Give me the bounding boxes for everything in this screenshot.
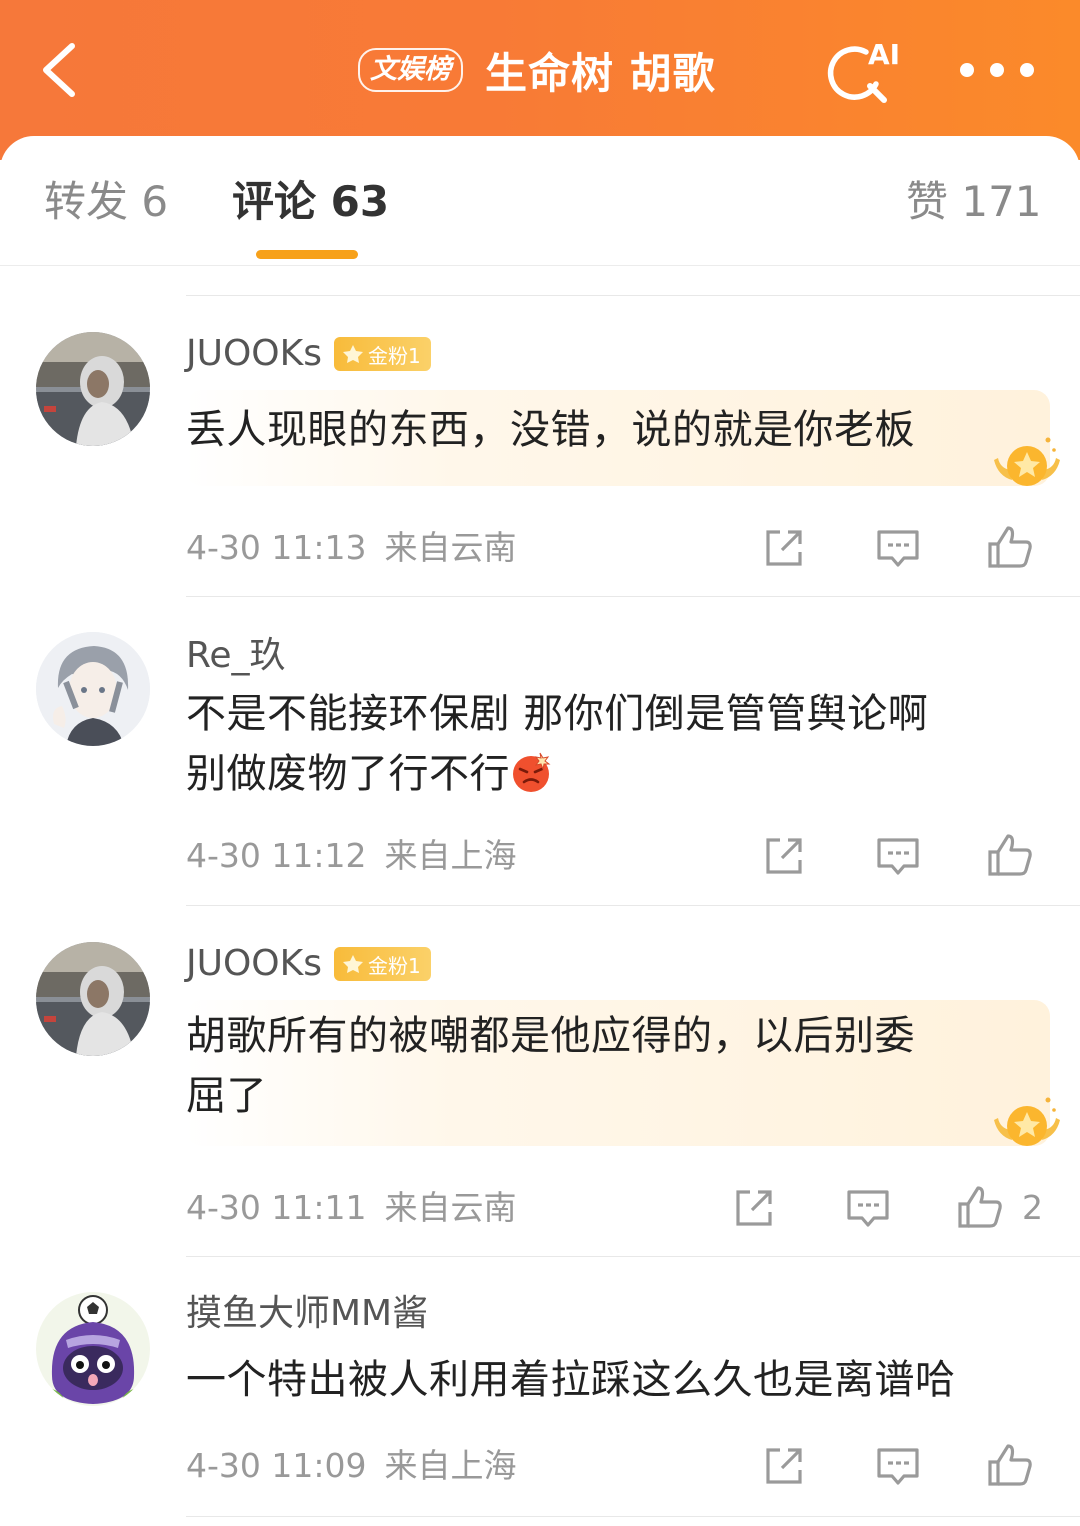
divider [186, 905, 1080, 906]
comment-text-line1: 胡歌所有的被嘲都是他应得的，以后别委 [186, 1013, 915, 1059]
comment-meta: 4-30 11:11 来自云南 [186, 1186, 517, 1230]
share-icon[interactable] [760, 1442, 808, 1490]
more-icon[interactable] [960, 58, 1034, 82]
divider [186, 596, 1080, 597]
badge-label: 金粉1 [368, 953, 421, 978]
tab-like[interactable]: 赞 171 [906, 174, 1042, 230]
medal-icon [994, 1097, 1060, 1146]
angry-emoji-icon [513, 752, 551, 792]
comment-icon[interactable] [844, 1184, 892, 1232]
divider [186, 1256, 1080, 1257]
tab-repost[interactable]: 转发 6 [44, 174, 168, 230]
page-title: 生命树 胡歌 [485, 48, 716, 98]
comment-time: 4-30 11:11 [186, 1188, 367, 1227]
tab-bar: 转发 6 评论 63 赞 171 [0, 136, 1080, 266]
username-row: Re_玖 [186, 634, 286, 678]
username[interactable]: JUOOKs [186, 942, 322, 986]
comment-text: 丢人现眼的东西，没错，说的就是你老板 [186, 407, 915, 453]
share-icon[interactable] [730, 1184, 778, 1232]
comment-meta: 4-30 11:12 来自上海 [186, 834, 517, 878]
comment-time: 4-30 11:13 [186, 528, 367, 567]
page-title-group: 文娱榜 生命树 胡歌 [358, 40, 716, 100]
username[interactable]: JUOOKs [186, 332, 322, 376]
comment-meta: 4-30 11:13 来自云南 [186, 526, 517, 570]
tab-indicator [256, 250, 358, 259]
comment-icon[interactable] [874, 832, 922, 880]
like-icon[interactable] [986, 522, 1034, 570]
tab-comment[interactable]: 评论 63 [232, 174, 389, 230]
ai-search-icon[interactable]: AI [822, 34, 902, 106]
comments-card: 转发 6 评论 63 赞 171 [0, 136, 1080, 1526]
comment-location: 来自上海 [384, 1446, 517, 1485]
comment-meta: 4-30 11:09 来自上海 [186, 1444, 517, 1488]
divider [186, 295, 1080, 296]
medal-icon [994, 437, 1060, 486]
ai-label: AI [868, 38, 900, 71]
comment-icon[interactable] [874, 1442, 922, 1490]
avatar[interactable] [36, 632, 150, 746]
like-icon[interactable] [986, 1440, 1034, 1488]
comment-icon[interactable] [874, 524, 922, 572]
avatar[interactable] [36, 332, 150, 446]
comment-text: 一个特出被人利用着拉踩这么久也是离谱哈 [186, 1357, 956, 1403]
avatar[interactable] [36, 942, 150, 1056]
comment-text-line2: 屈了 [186, 1073, 267, 1119]
comment-time: 4-30 11:09 [186, 1446, 367, 1485]
username-row: JUOOKs 金粉1 [186, 942, 431, 986]
avatar[interactable] [36, 1292, 150, 1406]
badge-label: 金粉1 [368, 343, 421, 368]
username-row: JUOOKs 金粉1 [186, 332, 431, 376]
rank-tag[interactable]: 文娱榜 [358, 48, 463, 92]
comment-text-line2: 别做废物了行不行 [186, 751, 510, 797]
username-row: 摸鱼大师MM酱 [186, 1292, 428, 1336]
comment-time: 4-30 11:12 [186, 836, 367, 875]
comment-location: 来自云南 [384, 1188, 517, 1227]
fan-badge[interactable]: 金粉1 [334, 947, 431, 981]
crown-icon [343, 345, 364, 363]
back-arrow-icon[interactable] [34, 38, 90, 102]
fan-badge[interactable]: 金粉1 [334, 337, 431, 371]
comment-location: 来自云南 [384, 528, 517, 567]
like-count: 2 [1022, 1188, 1043, 1227]
comment-location: 来自上海 [384, 836, 517, 875]
divider [186, 1516, 1080, 1517]
comment-text-line2-row: 别做废物了行不行 [186, 744, 552, 804]
share-icon[interactable] [760, 832, 808, 880]
crown-icon [343, 955, 364, 973]
comment-text-line1: 不是不能接环保剧 那你们倒是管管舆论啊 [186, 691, 929, 737]
username[interactable]: Re_玖 [186, 634, 286, 678]
like-icon[interactable] [956, 1182, 1004, 1230]
username[interactable]: 摸鱼大师MM酱 [186, 1292, 428, 1336]
share-icon[interactable] [760, 524, 808, 572]
like-icon[interactable] [986, 830, 1034, 878]
